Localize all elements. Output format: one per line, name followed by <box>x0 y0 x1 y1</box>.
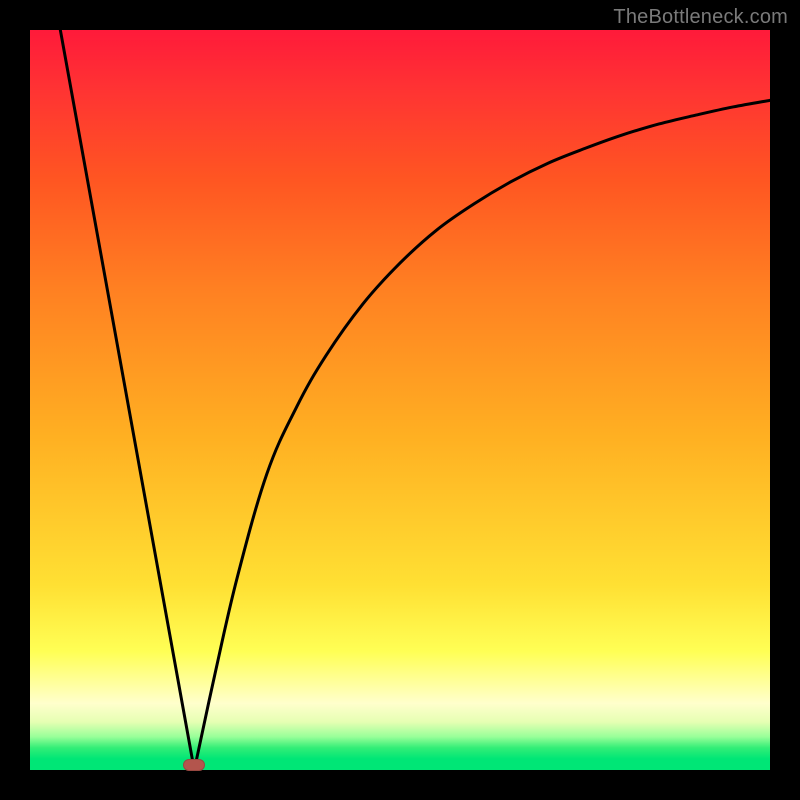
curve-right-branch <box>194 100 770 770</box>
chart-frame <box>30 30 770 770</box>
curve-left-branch <box>60 30 194 770</box>
minimum-marker <box>183 759 205 771</box>
watermark-text: TheBottleneck.com <box>613 6 788 29</box>
chart-svg <box>30 30 770 770</box>
